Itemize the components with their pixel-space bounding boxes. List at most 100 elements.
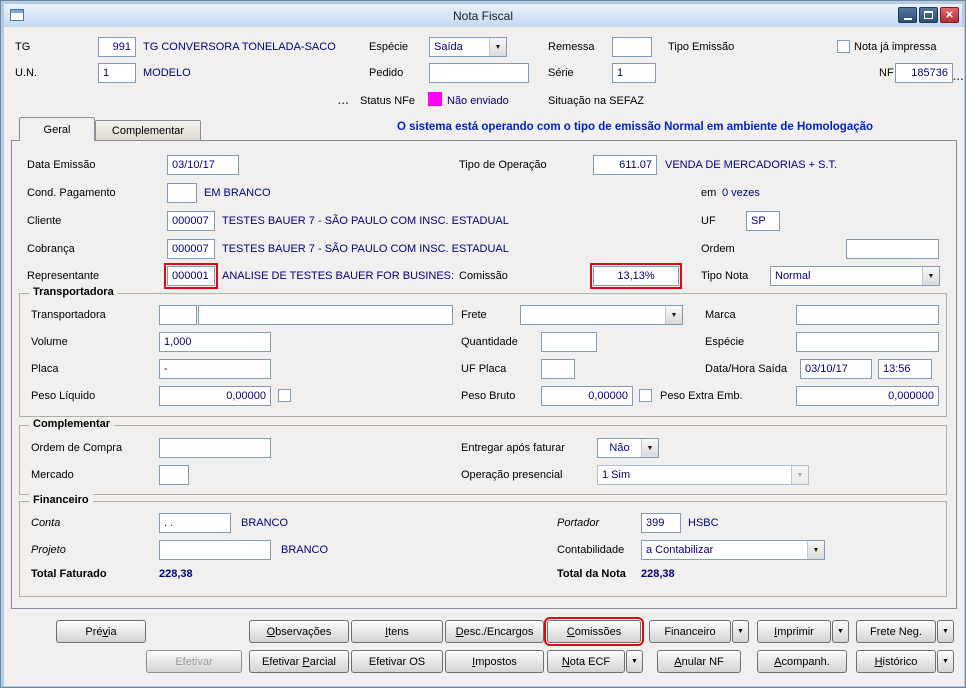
transportadora-name-field[interactable]: [198, 305, 453, 325]
chevron-down-icon: ▼: [791, 466, 808, 484]
tab-complementar[interactable]: Complementar: [95, 120, 201, 141]
especie-transp-field[interactable]: [796, 332, 939, 352]
representante-field[interactable]: 000001: [164, 263, 218, 289]
frete-neg-button[interactable]: Frete Neg.: [856, 620, 936, 643]
data-emissao-field[interactable]: 03/10/17: [167, 155, 239, 175]
acompanh-button[interactable]: Acompanh.: [757, 650, 847, 673]
peso-bruto-checkbox[interactable]: [639, 389, 652, 402]
serie-label: Série: [548, 67, 574, 79]
comissoes-button-label: Comissões: [566, 625, 622, 638]
conta-field[interactable]: . .: [159, 513, 231, 533]
cond-pagamento-label: Cond. Pagamento: [27, 187, 116, 199]
volume-field[interactable]: 1,000: [159, 332, 271, 352]
efetivar-button-label: Efetivar: [175, 655, 213, 668]
cobranca-field[interactable]: 000007: [167, 239, 215, 259]
total-da-nota-value: 228,38: [641, 568, 675, 580]
frete-neg-button-label: Frete Neg.: [870, 625, 922, 638]
projeto-field[interactable]: [159, 540, 271, 560]
representante-description: ANALISE DE TESTES BAUER FOR BUSINES:: [222, 270, 455, 282]
em-vezes-value: 0 vezes: [722, 187, 760, 199]
frete-label: Frete: [461, 309, 487, 321]
efetivar-os-button[interactable]: Efetivar OS: [351, 650, 443, 673]
historico-button-label: Histórico: [874, 655, 918, 668]
status-nfe-indicator: [428, 92, 442, 106]
impostos-button[interactable]: Impostos: [445, 650, 544, 673]
efetivar-parcial-button[interactable]: Efetivar Parcial: [249, 650, 349, 673]
financeiro-button[interactable]: Financeiro: [649, 620, 731, 643]
portador-field[interactable]: 399: [641, 513, 681, 533]
marca-field[interactable]: [796, 305, 939, 325]
total-da-nota-label: Total da Nota: [557, 568, 626, 580]
contabilidade-select[interactable]: a Contabilizar ▼: [641, 540, 825, 560]
entregar-apos-faturar-select[interactable]: Não ▼: [597, 438, 659, 458]
maximize-button[interactable]: [919, 7, 938, 23]
hora-saida-field[interactable]: 13:56: [878, 359, 932, 379]
ordem-compra-field[interactable]: [159, 438, 271, 458]
peso-liquido-checkbox[interactable]: [278, 389, 291, 402]
mercado-field[interactable]: [159, 465, 189, 485]
comissoes-button[interactable]: Comissões: [544, 617, 644, 646]
remessa-field[interactable]: [612, 37, 652, 57]
tipo-operacao-field[interactable]: 611.07: [593, 155, 657, 175]
financeiro-button-label: Financeiro: [664, 625, 716, 638]
nota-ecf-dropdown-button[interactable]: ▼: [626, 650, 643, 673]
minimize-button[interactable]: [898, 7, 917, 23]
un-description: MODELO: [143, 67, 191, 79]
un-field[interactable]: 1: [98, 63, 136, 83]
environment-banner: O sistema está operando com o tipo de em…: [396, 121, 874, 133]
financeiro-dropdown-button[interactable]: ▼: [732, 620, 749, 643]
historico-button[interactable]: Histórico: [856, 650, 936, 673]
nota-ja-impressa-checkbox[interactable]: [837, 40, 850, 53]
nf-field[interactable]: 185736: [895, 63, 953, 83]
frete-neg-dropdown-button[interactable]: ▼: [937, 620, 954, 643]
serie-field[interactable]: 1: [612, 63, 656, 83]
transportadora-code-field[interactable]: [159, 305, 197, 325]
quantidade-field[interactable]: [541, 332, 597, 352]
frete-select[interactable]: ▼: [520, 305, 683, 325]
historico-dropdown-button[interactable]: ▼: [937, 650, 954, 673]
em-vezes-label: em: [701, 187, 717, 199]
observacoes-button[interactable]: Observações: [249, 620, 349, 643]
imprimir-dropdown-button[interactable]: ▼: [832, 620, 849, 643]
status-more-button[interactable]: ...: [338, 96, 349, 107]
placa-field[interactable]: -: [159, 359, 271, 379]
previa-button[interactable]: Prévia: [56, 620, 146, 643]
imprimir-button[interactable]: Imprimir: [757, 620, 831, 643]
cond-pagamento-field[interactable]: [167, 183, 197, 203]
data-hora-saida-label: Data/Hora Saída: [705, 363, 787, 375]
close-button[interactable]: ✕: [940, 7, 959, 23]
pedido-field[interactable]: [429, 63, 529, 83]
ordem-field[interactable]: [846, 239, 939, 259]
operacao-presencial-label: Operação presencial: [461, 469, 563, 481]
desc-encargos-button[interactable]: Desc./Encargos: [445, 620, 544, 643]
tipo-operacao-label: Tipo de Operação: [459, 159, 547, 171]
ordem-label: Ordem: [701, 243, 735, 255]
comissao-field[interactable]: 13,13%: [590, 263, 682, 289]
peso-liquido-field[interactable]: 0,00000: [159, 386, 271, 406]
cliente-field[interactable]: 000007: [167, 211, 215, 231]
tab-geral[interactable]: Geral: [19, 117, 95, 141]
tipo-operacao-description: VENDA DE MERCADORIAS + S.T.: [665, 159, 838, 171]
tg-field[interactable]: 991: [98, 37, 136, 57]
anular-nf-button[interactable]: Anular NF: [657, 650, 741, 673]
cobranca-label: Cobrança: [27, 243, 75, 255]
peso-extra-field[interactable]: 0,000000: [796, 386, 939, 406]
data-saida-field[interactable]: 03/10/17: [800, 359, 872, 379]
conta-description: BRANCO: [241, 517, 289, 529]
chevron-down-icon: ▼: [737, 628, 744, 635]
uf-placa-field[interactable]: [541, 359, 575, 379]
peso-bruto-field[interactable]: 0,00000: [541, 386, 633, 406]
cond-pagamento-description: EM BRANCO: [204, 187, 271, 199]
nf-more-button[interactable]: ...: [953, 72, 964, 83]
especie-select[interactable]: Saída ▼: [429, 37, 507, 57]
itens-button[interactable]: Itens: [351, 620, 443, 643]
title-bar[interactable]: Nota Fiscal: [4, 4, 962, 27]
contabilidade-value: a Contabilizar: [646, 544, 714, 556]
un-label: U.N.: [15, 67, 37, 79]
remessa-label: Remessa: [548, 41, 595, 53]
volume-label: Volume: [31, 336, 68, 348]
tipo-nota-select[interactable]: Normal ▼: [770, 266, 940, 286]
nota-ecf-button[interactable]: Nota ECF: [547, 650, 625, 673]
uf-field[interactable]: SP: [746, 211, 780, 231]
nota-fiscal-window: Nota Fiscal ✕ TG 991 TG CONVERSORA TONEL…: [0, 0, 966, 688]
